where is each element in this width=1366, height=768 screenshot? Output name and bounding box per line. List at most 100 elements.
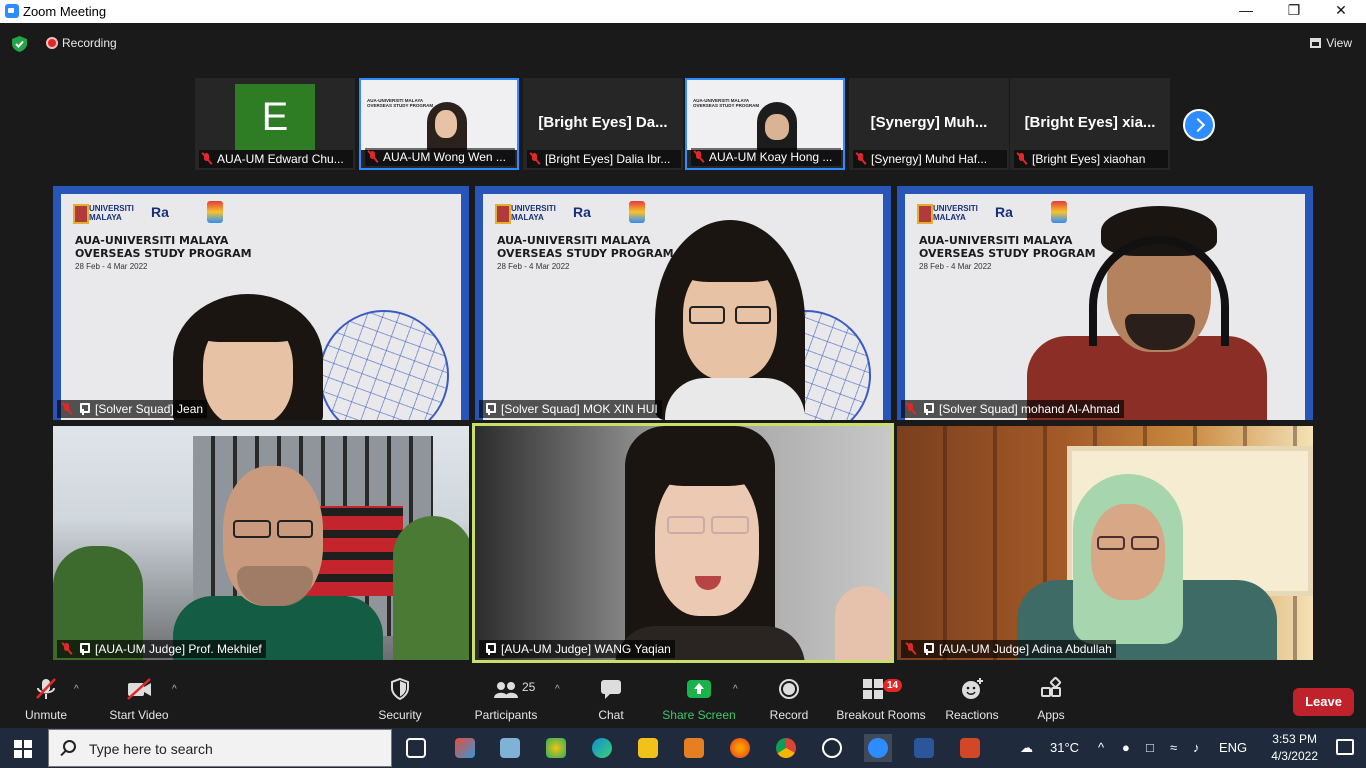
- firefox-browser-icon[interactable]: [726, 734, 754, 762]
- media-player-icon[interactable]: [680, 734, 708, 762]
- close-button[interactable]: ✕: [1318, 0, 1364, 23]
- video-feed: AUA-UNIVERSITI MALAYA OVERSEAS STUDY PROG…: [361, 80, 517, 154]
- video-tile[interactable]: UNIVERSITI MALAYA Ra AUA-UNIVERSITI MALA…: [53, 186, 469, 420]
- thumbnail-display-name: [Bright Eyes] xia...: [1024, 114, 1156, 131]
- active-speaker-video-tile[interactable]: [AUA-UM Judge] WANG Yaqian: [472, 423, 894, 663]
- mini-slide-heading: AUA-UNIVERSITI MALAYA OVERSEAS STUDY PROG…: [367, 98, 434, 108]
- windows-start-icon[interactable]: [14, 740, 32, 758]
- mic-muted-icon: [905, 403, 917, 415]
- view-label: View: [1326, 36, 1352, 50]
- start-video-label: Start Video: [109, 708, 169, 722]
- maximize-button[interactable]: ❐: [1271, 0, 1317, 23]
- powerpoint-app-icon[interactable]: [956, 734, 984, 762]
- pin-icon: [921, 643, 934, 655]
- ime-icon[interactable]: □: [1146, 740, 1154, 755]
- wifi-icon[interactable]: ≈: [1170, 740, 1177, 755]
- chrome-browser-icon[interactable]: [772, 734, 800, 762]
- aua-logo: Ra: [151, 204, 169, 220]
- notebook-app-icon[interactable]: [496, 734, 524, 762]
- apps-button[interactable]: Apps: [1030, 676, 1072, 722]
- mini-slide-heading: AUA-UNIVERSITI MALAYA OVERSEAS STUDY PROG…: [693, 98, 760, 108]
- slide-dates: 28 Feb - 4 Mar 2022: [497, 262, 570, 271]
- file-explorer-icon[interactable]: [634, 734, 662, 762]
- thumbnail-tile[interactable]: [Synergy] Muh... [Synergy] Muhd Haf...: [849, 78, 1009, 170]
- minimize-button[interactable]: —: [1223, 0, 1269, 23]
- thumbnail-name: [Bright Eyes] xiaohan: [1032, 152, 1146, 166]
- recording-dot-icon: [46, 37, 58, 49]
- zoom-app-icon[interactable]: [864, 734, 892, 762]
- thumbnail-display-name: [Bright Eyes] Da...: [538, 114, 668, 131]
- slide-dates: 28 Feb - 4 Mar 2022: [919, 262, 992, 271]
- volume-icon[interactable]: ♪: [1193, 740, 1200, 755]
- microphone-tray-icon[interactable]: ●: [1122, 740, 1130, 755]
- start-video-button[interactable]: Start Video: [104, 676, 174, 722]
- participants-icon: [494, 682, 518, 698]
- palette-app-icon[interactable]: [542, 734, 570, 762]
- record-button[interactable]: Record: [766, 676, 812, 722]
- thumbnail-tile[interactable]: AUA-UNIVERSITI MALAYA OVERSEAS STUDY PROG…: [359, 78, 519, 170]
- tray-overflow-chevron-icon[interactable]: ^: [1098, 740, 1104, 755]
- participant-name: [AUA-UM Judge] Adina Abdullah: [939, 642, 1112, 656]
- aua-logo: Ra: [995, 204, 1013, 220]
- notifications-icon[interactable]: [1336, 739, 1354, 755]
- steam-app-icon[interactable]: [818, 734, 846, 762]
- breakout-rooms-button[interactable]: 14 Breakout Rooms: [836, 676, 926, 722]
- view-button[interactable]: View: [1310, 36, 1352, 50]
- mic-muted-icon: [693, 151, 705, 163]
- slide-heading: AUA-UNIVERSITI MALAYA OVERSEAS STUDY PROG…: [75, 234, 252, 260]
- globe-graphic: [319, 310, 449, 420]
- edge-browser-icon[interactable]: [588, 734, 616, 762]
- video-tile[interactable]: UNIVERSITI MALAYA Ra AUA-UNIVERSITI MALA…: [475, 186, 891, 420]
- thumbnail-tile[interactable]: E AUA-UM Edward Chu...: [195, 78, 355, 170]
- weather-cloud-icon[interactable]: ☁: [1020, 740, 1033, 756]
- participant-name: [Solver Squad] MOK XIN HUI: [501, 402, 658, 416]
- video-off-icon: [127, 678, 151, 700]
- security-button[interactable]: Security: [372, 676, 428, 722]
- video-options-chevron-icon[interactable]: ^: [172, 684, 177, 695]
- video-tile[interactable]: [AUA-UM Judge] Prof. Mekhilef: [53, 426, 469, 660]
- video-tile[interactable]: UNIVERSITI MALAYA Ra AUA-UNIVERSITI MALA…: [897, 186, 1313, 420]
- avatar: E: [235, 84, 315, 150]
- chat-label: Chat: [598, 708, 624, 722]
- encryption-shield-icon[interactable]: [12, 36, 27, 52]
- leave-button[interactable]: Leave: [1293, 688, 1354, 716]
- hand-gesture: [835, 586, 891, 660]
- unmute-button[interactable]: Unmute: [16, 676, 76, 722]
- clock-time: 3:53 PM: [1272, 732, 1317, 746]
- participant-name: [AUA-UM Judge] WANG Yaqian: [501, 642, 671, 656]
- mic-muted-icon: [201, 153, 213, 165]
- next-page-chevron-icon[interactable]: [1183, 109, 1215, 141]
- thumbnail-name: [Synergy] Muhd Haf...: [871, 152, 988, 166]
- program-logo-icon: [629, 201, 645, 223]
- apps-label: Apps: [1037, 708, 1065, 722]
- taskbar-clock[interactable]: 3:53 PM 4/3/2022: [1271, 731, 1318, 765]
- search-placeholder: Type here to search: [89, 741, 213, 757]
- thumbnail-tile[interactable]: [Bright Eyes] Da... [Bright Eyes] Dalia …: [523, 78, 683, 170]
- taskbar-search-box[interactable]: Type here to search: [48, 729, 392, 767]
- recording-label: Recording: [62, 36, 117, 50]
- task-view-icon[interactable]: [402, 734, 430, 762]
- search-icon: [63, 740, 76, 753]
- share-screen-button[interactable]: Share Screen: [662, 676, 736, 722]
- breakout-count-badge: 14: [883, 679, 903, 692]
- recording-indicator[interactable]: Recording: [46, 36, 117, 50]
- clock-date: 4/3/2022: [1271, 749, 1318, 763]
- audio-options-chevron-icon[interactable]: ^: [74, 684, 79, 695]
- thumbnail-tile[interactable]: AUA-UNIVERSITI MALAYA OVERSEAS STUDY PROG…: [685, 78, 845, 170]
- word-app-icon[interactable]: [910, 734, 938, 762]
- title-bar: Zoom Meeting — ❐ ✕: [0, 0, 1366, 23]
- video-tile[interactable]: [AUA-UM Judge] Adina Abdullah: [897, 426, 1313, 660]
- thumbnail-display-name: [Synergy] Muh...: [870, 114, 988, 131]
- thumbnail-name: AUA-UM Wong Wen ...: [383, 150, 506, 164]
- reactions-button[interactable]: Reactions: [944, 676, 1000, 722]
- participants-options-chevron-icon[interactable]: ^: [555, 684, 560, 695]
- paint-app-icon[interactable]: [451, 734, 479, 762]
- mic-muted-icon: [367, 151, 379, 163]
- language-indicator[interactable]: ENG: [1219, 740, 1247, 755]
- thumbnail-tile[interactable]: [Bright Eyes] xia... [Bright Eyes] xiaoh…: [1010, 78, 1170, 170]
- chat-button[interactable]: Chat: [590, 676, 632, 722]
- participants-button[interactable]: 25 Participants: [472, 676, 540, 722]
- pin-icon: [483, 643, 496, 655]
- share-options-chevron-icon[interactable]: ^: [733, 684, 738, 695]
- share-screen-label: Share Screen: [662, 708, 736, 722]
